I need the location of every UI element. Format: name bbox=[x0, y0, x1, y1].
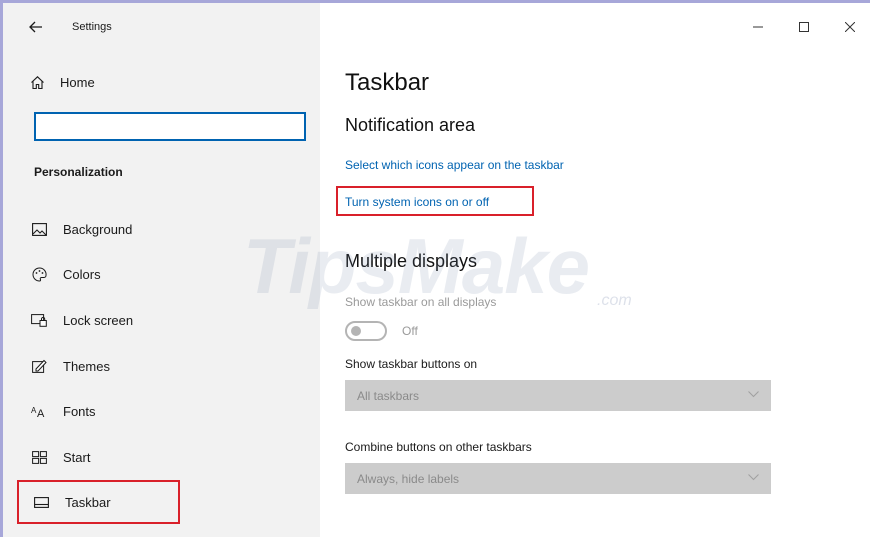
sidebar-item-label: Taskbar bbox=[65, 494, 111, 510]
themes-icon bbox=[30, 357, 48, 375]
watermark: TipsMake bbox=[243, 222, 590, 310]
chevron-down-icon bbox=[748, 473, 759, 484]
sidebar-item-fonts[interactable]: AA Fonts bbox=[17, 389, 320, 433]
notification-area-heading: Notification area bbox=[345, 115, 476, 135]
system-icons-link[interactable]: Turn system icons on or off bbox=[345, 195, 489, 209]
page-title: Taskbar bbox=[345, 69, 430, 96]
close-button[interactable] bbox=[827, 15, 870, 39]
sidebar-item-label: Themes bbox=[63, 358, 110, 374]
buttons-on-select[interactable]: All taskbars bbox=[345, 380, 771, 411]
home-icon bbox=[28, 73, 46, 91]
combine-buttons-label: Combine buttons on other taskbars bbox=[345, 440, 532, 454]
maximize-button[interactable] bbox=[781, 15, 827, 39]
taskbar-icon bbox=[32, 493, 50, 511]
back-arrow-icon[interactable] bbox=[26, 17, 46, 37]
search-input[interactable] bbox=[34, 112, 306, 141]
sidebar-item-themes[interactable]: Themes bbox=[17, 344, 320, 388]
toggle-state-text: Off bbox=[402, 324, 418, 338]
sidebar-item-label: Start bbox=[63, 449, 91, 465]
settings-window: Settings Home Personalization Background… bbox=[0, 0, 870, 537]
select-value: Always, hide labels bbox=[357, 471, 460, 486]
sidebar-item-label: Background bbox=[63, 221, 133, 237]
start-icon bbox=[30, 448, 48, 466]
chevron-down-icon bbox=[748, 390, 759, 401]
sidebar-item-taskbar[interactable]: Taskbar bbox=[17, 480, 180, 524]
lock-screen-icon bbox=[30, 311, 48, 329]
home-nav[interactable]: Home bbox=[28, 73, 95, 91]
section-title: Personalization bbox=[34, 165, 123, 179]
svg-text:A: A bbox=[37, 408, 45, 418]
sidebar-item-label: Fonts bbox=[63, 403, 96, 419]
toggle-knob bbox=[351, 326, 361, 336]
window-controls bbox=[735, 15, 870, 39]
watermark-suffix: .com bbox=[597, 292, 632, 309]
app-title: Settings bbox=[72, 21, 112, 33]
sidebar-item-start[interactable]: Start bbox=[17, 435, 320, 479]
show-all-displays-toggle[interactable] bbox=[345, 321, 387, 341]
select-icons-link[interactable]: Select which icons appear on the taskbar bbox=[345, 158, 564, 172]
buttons-on-label: Show taskbar buttons on bbox=[345, 357, 478, 371]
titlebar: Settings bbox=[26, 17, 112, 37]
select-value: All taskbars bbox=[357, 388, 420, 403]
combine-buttons-select[interactable]: Always, hide labels bbox=[345, 463, 771, 494]
home-label: Home bbox=[60, 74, 95, 90]
sidebar-item-label: Colors bbox=[63, 266, 101, 282]
palette-icon bbox=[30, 265, 48, 283]
fonts-icon: AA bbox=[30, 402, 48, 420]
sidebar-item-label: Lock screen bbox=[63, 312, 134, 328]
image-icon bbox=[30, 220, 48, 238]
minimize-button[interactable] bbox=[735, 15, 781, 39]
